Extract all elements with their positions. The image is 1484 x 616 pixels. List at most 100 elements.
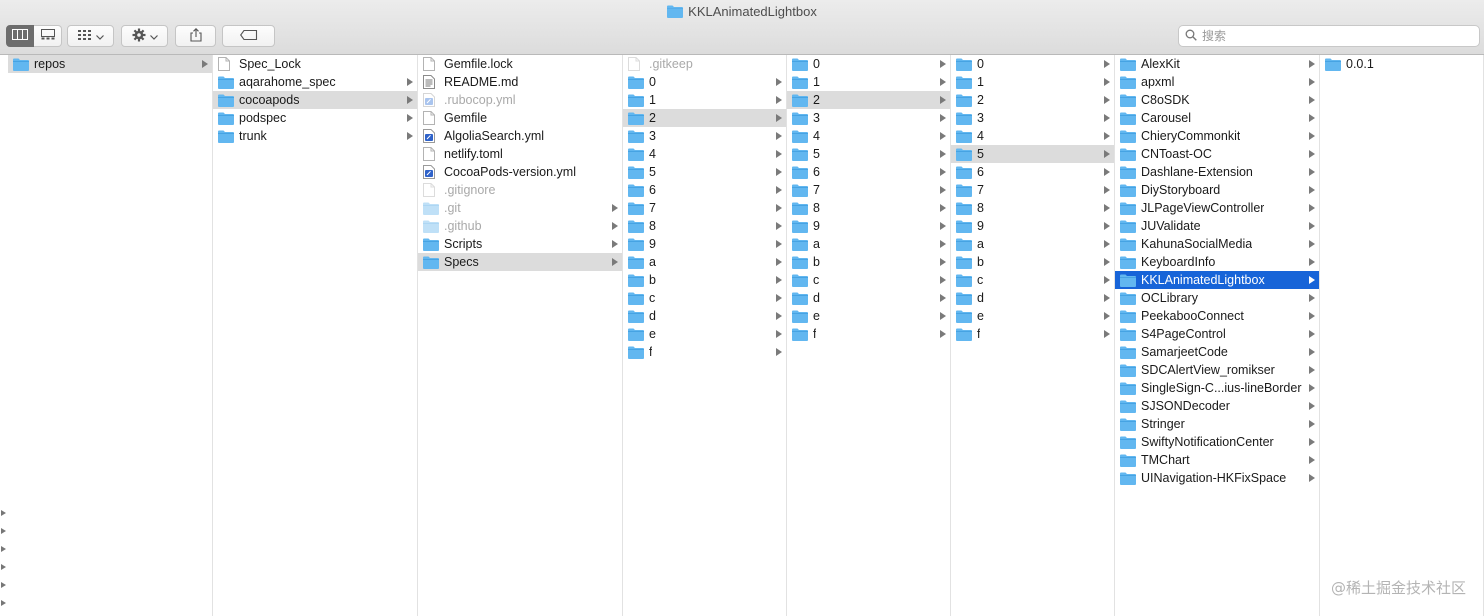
file-row[interactable]: AlgoliaSearch.yml (418, 127, 622, 145)
folder-row[interactable]: TMChart (1115, 451, 1319, 469)
file-row[interactable]: Gemfile (418, 109, 622, 127)
folder-row[interactable]: DiyStoryboard (1115, 181, 1319, 199)
folder-row[interactable]: d (951, 289, 1114, 307)
folder-row[interactable]: 0.0.1 (1320, 55, 1483, 73)
folder-row[interactable]: AlexKit (1115, 55, 1319, 73)
folder-row[interactable]: 7 (951, 181, 1114, 199)
folder-row[interactable]: 4 (787, 127, 950, 145)
folder-row[interactable]: 4 (623, 145, 786, 163)
folder-row[interactable]: ChieryCommonkit (1115, 127, 1319, 145)
folder-row[interactable]: 2 (951, 91, 1114, 109)
folder-row[interactable]: e (787, 307, 950, 325)
folder-row[interactable]: SDCAlertView_romikser (1115, 361, 1319, 379)
column-view-button[interactable] (6, 25, 34, 47)
folder-row[interactable]: 3 (623, 127, 786, 145)
folder-row[interactable]: 9 (951, 217, 1114, 235)
folder-row[interactable]: c (951, 271, 1114, 289)
folder-row[interactable]: 0 (623, 73, 786, 91)
folder-row[interactable]: Stringer (1115, 415, 1319, 433)
file-row[interactable]: .gitignore (418, 181, 622, 199)
folder-row[interactable]: SwiftyNotificationCenter (1115, 433, 1319, 451)
file-row[interactable]: netlify.toml (418, 145, 622, 163)
folder-row[interactable]: Specs (418, 253, 622, 271)
folder-row[interactable]: S4PageControl (1115, 325, 1319, 343)
file-row[interactable]: .gitkeep (623, 55, 786, 73)
folder-row[interactable]: 1 (623, 91, 786, 109)
action-button[interactable] (121, 25, 168, 47)
folder-row[interactable]: 7 (623, 199, 786, 217)
folder-row[interactable]: podspec (213, 109, 417, 127)
folder-row[interactable]: PeekabooConnect (1115, 307, 1319, 325)
folder-row[interactable]: 5 (623, 163, 786, 181)
folder-row[interactable]: d (787, 289, 950, 307)
folder-row[interactable]: f (951, 325, 1114, 343)
folder-row[interactable]: UINavigation-HKFixSpace (1115, 469, 1319, 487)
folder-row[interactable]: 6 (623, 181, 786, 199)
gallery-view-button[interactable] (34, 25, 62, 47)
folder-row[interactable]: 2 (623, 109, 786, 127)
folder-row[interactable]: .github (418, 217, 622, 235)
folder-row[interactable]: Carousel (1115, 109, 1319, 127)
folder-row[interactable]: 5 (951, 145, 1114, 163)
folder-row[interactable]: cocoapods (213, 91, 417, 109)
folder-row[interactable]: e (951, 307, 1114, 325)
search-field[interactable] (1178, 25, 1480, 47)
folder-row[interactable]: b (787, 253, 950, 271)
folder-row[interactable]: 1 (787, 73, 950, 91)
folder-row[interactable]: f (787, 325, 950, 343)
folder-row[interactable]: apxml (1115, 73, 1319, 91)
folder-row[interactable]: repos (8, 55, 212, 73)
file-row[interactable]: .rubocop.yml (418, 91, 622, 109)
folder-row[interactable]: a (951, 235, 1114, 253)
folder-row[interactable]: c (623, 289, 786, 307)
folder-row[interactable]: JLPageViewController (1115, 199, 1319, 217)
folder-row[interactable]: 7 (787, 181, 950, 199)
file-row[interactable]: CocoaPods-version.yml (418, 163, 622, 181)
folder-row[interactable]: KeyboardInfo (1115, 253, 1319, 271)
folder-row[interactable]: C8oSDK (1115, 91, 1319, 109)
file-row[interactable]: Spec_Lock (213, 55, 417, 73)
folder-row[interactable]: 0 (787, 55, 950, 73)
folder-row[interactable]: 3 (951, 109, 1114, 127)
file-row[interactable]: Gemfile.lock (418, 55, 622, 73)
folder-row[interactable]: 8 (787, 199, 950, 217)
folder-row[interactable]: OCLibrary (1115, 289, 1319, 307)
folder-row[interactable]: 9 (623, 235, 786, 253)
folder-row[interactable]: aqarahome_spec (213, 73, 417, 91)
file-row[interactable]: README.md (418, 73, 622, 91)
folder-row[interactable]: 4 (951, 127, 1114, 145)
folder-row[interactable]: KKLAnimatedLightbox (1115, 271, 1319, 289)
folder-row[interactable]: 2 (787, 91, 950, 109)
folder-row[interactable]: e (623, 325, 786, 343)
folder-row[interactable]: f (623, 343, 786, 361)
folder-row[interactable]: 0 (951, 55, 1114, 73)
folder-row[interactable]: KahunaSocialMedia (1115, 235, 1319, 253)
folder-row[interactable]: a (623, 253, 786, 271)
folder-row[interactable]: a (787, 235, 950, 253)
folder-row[interactable]: CNToast-OC (1115, 145, 1319, 163)
folder-row[interactable]: c (787, 271, 950, 289)
group-by-button[interactable] (67, 25, 114, 47)
folder-row[interactable]: 8 (951, 199, 1114, 217)
folder-row[interactable]: .git (418, 199, 622, 217)
folder-row[interactable]: Scripts (418, 235, 622, 253)
folder-row[interactable]: 6 (951, 163, 1114, 181)
folder-row[interactable]: SamarjeetCode (1115, 343, 1319, 361)
folder-row[interactable]: 5 (787, 145, 950, 163)
view-mode-segment[interactable] (6, 25, 62, 47)
search-input[interactable] (1202, 29, 1462, 43)
folder-row[interactable]: 9 (787, 217, 950, 235)
folder-row[interactable]: d (623, 307, 786, 325)
folder-row[interactable]: 1 (951, 73, 1114, 91)
folder-row[interactable]: b (623, 271, 786, 289)
folder-row[interactable]: Dashlane-Extension (1115, 163, 1319, 181)
folder-row[interactable]: SJSONDecoder (1115, 397, 1319, 415)
folder-row[interactable]: 3 (787, 109, 950, 127)
share-button[interactable] (175, 25, 216, 47)
tags-button[interactable] (222, 25, 275, 47)
folder-row[interactable]: SingleSign-C...ius-lineBorder (1115, 379, 1319, 397)
folder-row[interactable]: JUValidate (1115, 217, 1319, 235)
folder-row[interactable]: 6 (787, 163, 950, 181)
folder-row[interactable]: 8 (623, 217, 786, 235)
folder-row[interactable]: b (951, 253, 1114, 271)
